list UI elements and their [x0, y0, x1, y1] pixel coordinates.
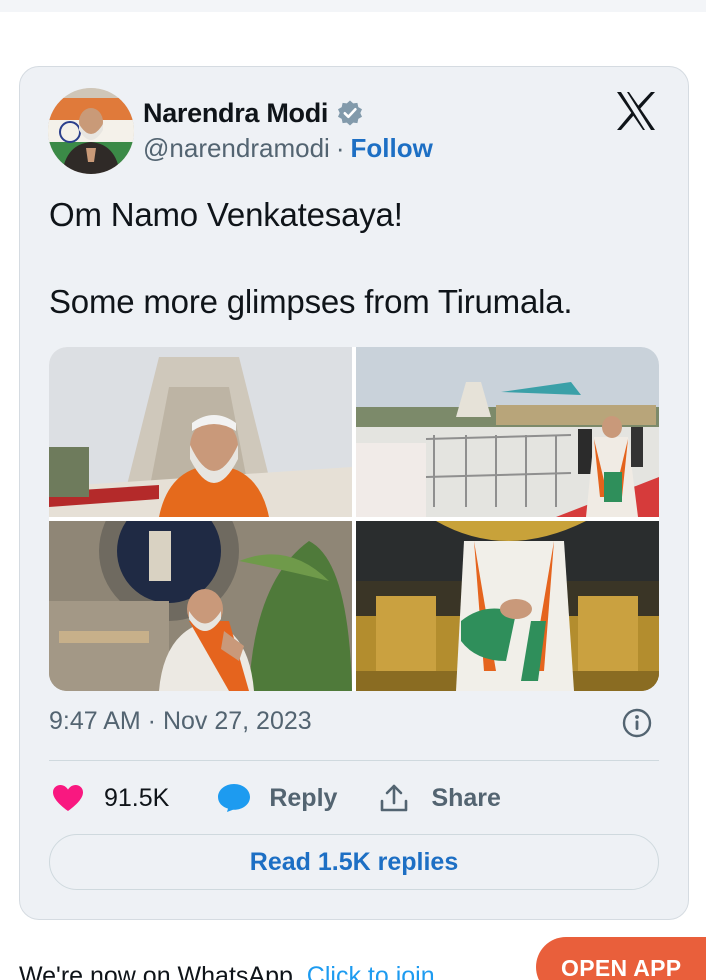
like-count: 91.5K [104, 783, 170, 812]
verified-badge-icon [338, 100, 363, 126]
photo-2[interactable] [356, 347, 659, 517]
tweet-divider [49, 760, 659, 761]
follow-link[interactable]: Follow [351, 133, 433, 164]
share-icon [381, 784, 408, 812]
photo-1[interactable] [49, 347, 352, 517]
photo-4[interactable] [356, 521, 659, 691]
like-button[interactable]: 91.5K [52, 784, 169, 813]
whatsapp-text: We're now on WhatsApp. [19, 962, 300, 980]
info-icon[interactable] [622, 708, 652, 738]
photo-3[interactable] [49, 521, 352, 691]
whatsapp-join-link[interactable]: Click to join [307, 962, 435, 980]
author-handle[interactable]: @narendramodi [143, 133, 330, 164]
tweet-actions: 91.5K Reply Share [52, 778, 501, 818]
author-name[interactable]: Narendra Modi [143, 98, 328, 129]
open-app-button[interactable]: OPEN APP [536, 937, 706, 980]
handle-separator: · [335, 133, 345, 163]
top-strip [0, 0, 706, 12]
x-logo-icon[interactable] [615, 91, 657, 131]
reply-button[interactable]: Reply [217, 783, 337, 813]
author-avatar[interactable] [48, 88, 134, 174]
reply-label: Reply [269, 783, 338, 812]
tweet-timestamp[interactable]: 9:47 AM · Nov 27, 2023 [49, 707, 312, 736]
photo-grid [49, 347, 659, 691]
reply-bubble-icon [218, 784, 251, 812]
share-button[interactable]: Share [379, 783, 501, 813]
heart-icon [53, 785, 83, 811]
share-label: Share [431, 783, 501, 812]
tweet-text-line-2: Some more glimpses from Tirumala. [49, 283, 573, 320]
whatsapp-banner: We're now on WhatsApp. Click to join [19, 962, 435, 980]
read-replies-button[interactable]: Read 1.5K replies [49, 834, 659, 890]
tweet-text-line-1: Om Namo Venkatesaya! [49, 196, 403, 233]
